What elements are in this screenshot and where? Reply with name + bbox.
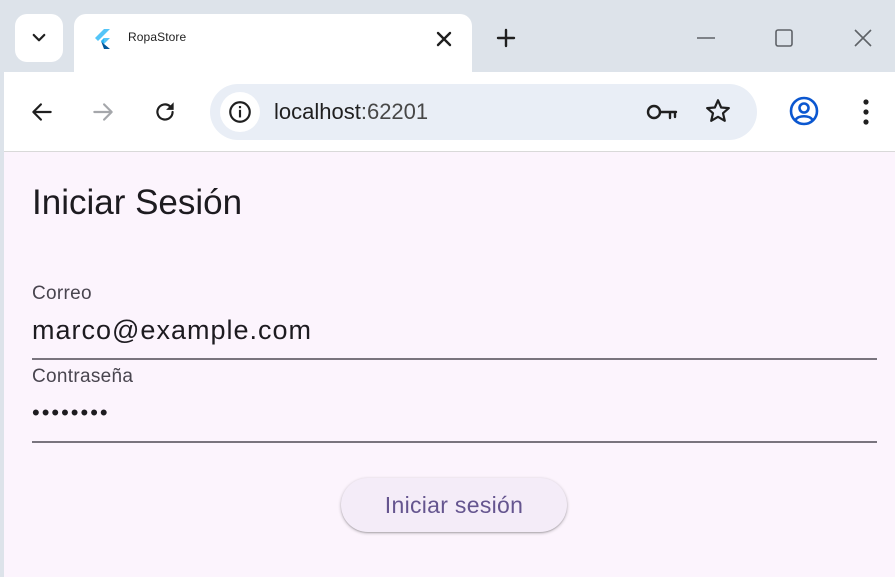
login-page: Iniciar Sesión Correo marco@example.com … <box>4 153 895 577</box>
forward-arrow-icon[interactable] <box>90 99 116 125</box>
tab-search-button[interactable] <box>15 14 63 62</box>
site-info-button[interactable] <box>220 92 260 132</box>
more-vertical-icon[interactable] <box>854 96 878 128</box>
window-close-icon[interactable] <box>851 26 875 50</box>
email-field[interactable]: Correo marco@example.com <box>32 283 877 360</box>
tab-strip: RopaStore <box>4 0 895 74</box>
minimize-icon[interactable] <box>694 26 718 50</box>
url-text[interactable]: localhost:62201 <box>274 99 428 125</box>
chevron-down-icon <box>32 33 46 42</box>
email-input[interactable]: marco@example.com <box>32 315 312 346</box>
email-underline <box>32 358 877 360</box>
new-tab-plus-icon[interactable] <box>494 26 518 50</box>
star-icon[interactable] <box>704 97 732 125</box>
address-bar[interactable]: localhost:62201 <box>210 84 757 140</box>
account-circle-icon[interactable] <box>788 95 820 127</box>
page-title: Iniciar Sesión <box>32 183 243 222</box>
url-port: :62201 <box>360 99 429 124</box>
back-arrow-icon[interactable] <box>29 99 55 125</box>
tab-title: RopaStore <box>128 30 187 44</box>
url-host: localhost <box>274 99 361 124</box>
reload-icon[interactable] <box>152 99 178 125</box>
login-button[interactable]: Iniciar sesión <box>341 478 567 532</box>
email-label: Correo <box>32 283 92 304</box>
password-field[interactable]: Contraseña •••••••• <box>32 366 877 443</box>
password-label: Contraseña <box>32 366 134 387</box>
password-underline <box>32 441 877 443</box>
info-icon <box>229 101 251 123</box>
browser-tab[interactable]: RopaStore <box>74 14 472 74</box>
browser-toolbar: localhost:62201 <box>4 72 895 152</box>
password-input[interactable]: •••••••• <box>32 400 110 426</box>
tab-close-icon[interactable] <box>432 27 456 51</box>
maximize-icon[interactable] <box>772 26 796 50</box>
key-icon[interactable] <box>646 98 678 126</box>
browser-window: RopaStore localhost:62201 Iniciar Sesión… <box>0 0 895 577</box>
flutter-logo-icon <box>95 29 110 49</box>
